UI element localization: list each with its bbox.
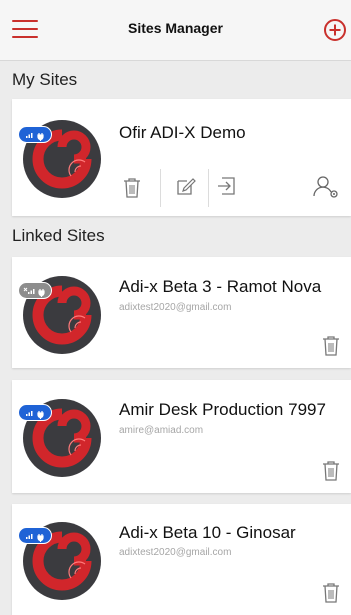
edit-icon[interactable] [175,175,197,197]
site-name: Amir Desk Production 7997 [119,400,326,419]
site-name: Adi-x Beta 10 - Ginosar [119,523,296,542]
linked-site-card[interactable]: Adi-x Beta 10 - Ginosar adixtest2020@gma… [12,504,351,615]
site-card-my[interactable]: Ofir ADI-X Demo [12,99,351,216]
linked-site-card[interactable]: Adi-x Beta 3 - Ramot Nova adixtest2020@g… [12,257,351,368]
site-name: Ofir ADI-X Demo [119,123,246,142]
add-site-icon[interactable] [324,19,346,41]
connection-status-badge [18,527,52,544]
trash-icon[interactable] [321,335,341,357]
site-email: amire@amiad.com [119,425,204,436]
section-title-linked-sites: Linked Sites [12,226,105,245]
linked-site-card[interactable]: Amir Desk Production 7997 amire@amiad.co… [12,380,351,493]
user-settings-icon[interactable] [312,174,340,200]
connection-status-badge [18,126,52,143]
connection-status-badge [18,282,52,299]
site-name: Adi-x Beta 3 - Ramot Nova [119,277,322,296]
divider [160,169,161,207]
site-email: adixtest2020@gmail.com [119,547,232,558]
page-title: Sites Manager [128,20,223,36]
section-title-my-sites: My Sites [12,70,78,89]
login-icon[interactable] [216,175,238,197]
top-bar: Sites Manager [0,0,351,61]
connection-status-badge [18,404,52,421]
trash-icon[interactable] [321,460,341,482]
trash-icon[interactable] [122,177,142,199]
trash-icon[interactable] [321,582,341,604]
divider [208,169,209,207]
site-email: adixtest2020@gmail.com [119,302,232,313]
